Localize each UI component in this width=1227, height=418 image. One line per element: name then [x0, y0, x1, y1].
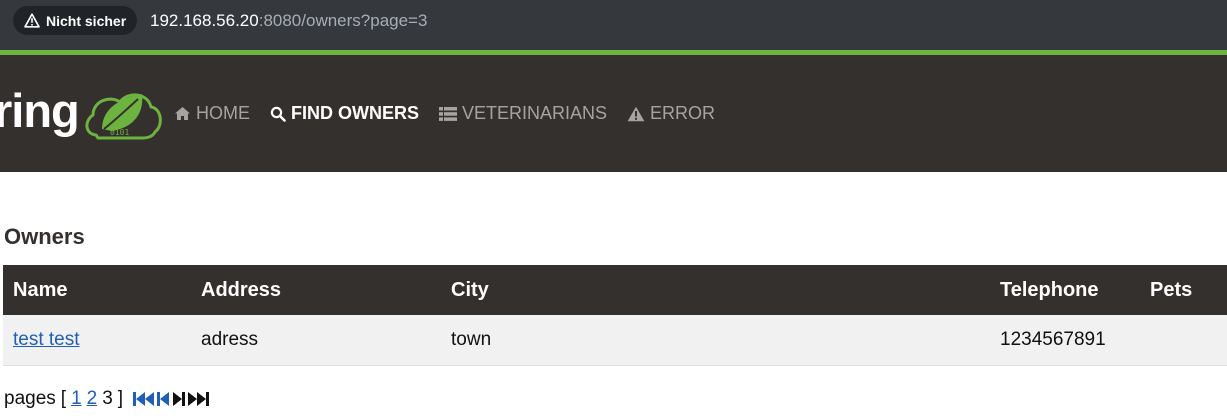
security-label: Nicht sicher [46, 12, 127, 29]
home-icon [175, 107, 190, 120]
previous-page-icon[interactable] [157, 391, 170, 407]
table-header-row: Name Address City Telephone Pets [3, 265, 1227, 315]
table-row: test test adress town 1234567891 [3, 315, 1227, 366]
cell-city: town [441, 315, 990, 366]
nav-home[interactable]: Home [174, 103, 250, 124]
nav-error[interactable]: Error [627, 103, 715, 124]
warning-icon [627, 106, 645, 121]
spring-leaf-icon: 0101 [85, 93, 162, 140]
main-nav: Home Find owners Veterinarians [174, 55, 735, 172]
brand-text: ring [0, 84, 80, 137]
cell-address: adress [191, 315, 441, 366]
owners-table: Name Address City Telephone Pets test te… [3, 265, 1227, 366]
cell-telephone: 1234567891 [990, 315, 1140, 366]
column-header-address: Address [191, 265, 441, 315]
navbar: ring 0101 Home Find owners [0, 55, 1227, 172]
first-page-icon[interactable] [133, 391, 155, 407]
page-link-1[interactable]: 1 [71, 388, 82, 410]
owner-link[interactable]: test test [13, 329, 80, 350]
current-page: 3 [102, 388, 113, 409]
warning-icon [24, 13, 40, 28]
url-field[interactable]: 192.168.56.20:8080/owners?page=3 [150, 11, 427, 31]
column-header-name: Name [3, 265, 191, 315]
svg-text:0101: 0101 [110, 128, 129, 137]
column-header-pets: Pets [1140, 265, 1227, 315]
column-header-telephone: Telephone [990, 265, 1140, 315]
list-icon [439, 106, 457, 121]
nav-veterinarians-label: Veterinarians [462, 103, 608, 123]
page-link-2[interactable]: 2 [87, 388, 98, 410]
nav-error-label: Error [650, 103, 716, 123]
pagination-open-bracket: [ [60, 388, 67, 409]
pagination-close-bracket: ] [117, 388, 124, 409]
nav-veterinarians[interactable]: Veterinarians [439, 103, 607, 124]
nav-find-owners[interactable]: Find owners [270, 103, 419, 124]
search-icon [270, 106, 286, 122]
last-page-icon[interactable] [187, 391, 210, 407]
pagination: pages [ 1 2 3 ] [4, 388, 210, 410]
cell-name: test test [3, 315, 191, 366]
security-indicator[interactable]: Nicht sicher [13, 6, 138, 35]
browser-address-bar: Nicht sicher 192.168.56.20:8080/owners?p… [0, 0, 1227, 50]
url-host: 192.168.56.20 [150, 11, 259, 30]
url-path: :8080/owners?page=3 [258, 11, 428, 30]
page-title: Owners [4, 224, 85, 249]
next-page-icon[interactable] [172, 391, 186, 407]
nav-home-label: Home [196, 103, 250, 123]
nav-find-owners-label: Find owners [291, 103, 419, 123]
pager-controls [133, 391, 210, 407]
pagination-label: pages [4, 388, 56, 409]
brand-logo[interactable]: ring 0101 [0, 55, 170, 172]
cell-pets [1140, 315, 1227, 366]
column-header-city: City [441, 265, 990, 315]
